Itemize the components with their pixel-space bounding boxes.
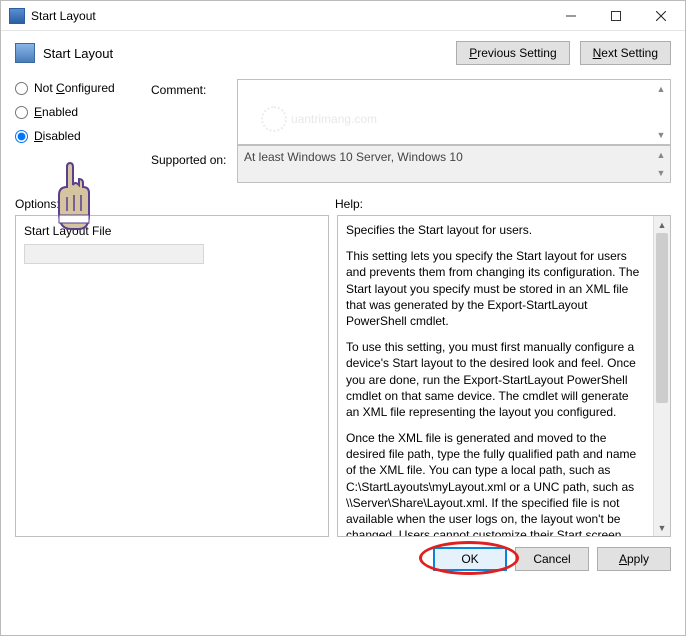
settings-grid: Not Configured Enabled Disabled Comment:… [1, 75, 685, 191]
window-icon [9, 8, 25, 24]
cancel-button[interactable]: Cancel [515, 547, 589, 571]
radio-disabled[interactable]: Disabled [15, 129, 145, 143]
comment-scroll-up[interactable]: ▲ [654, 82, 668, 96]
maximize-button[interactable] [593, 2, 638, 30]
policy-title: Start Layout [43, 46, 446, 61]
policy-icon [15, 43, 35, 63]
title-bar: Start Layout [1, 1, 685, 31]
supported-scroll-up[interactable]: ▲ [654, 148, 668, 162]
options-panel: Start Layout File [15, 215, 329, 537]
help-scrollbar[interactable]: ▲ ▼ [653, 216, 670, 536]
dialog-buttons: OK Cancel Apply [1, 537, 685, 581]
help-scroll-up[interactable]: ▲ [654, 216, 670, 233]
help-p1: Specifies the Start layout for users. [346, 222, 645, 238]
comment-textarea[interactable]: ▲ ▼ [237, 79, 671, 145]
next-setting-button[interactable]: Next Setting [580, 41, 671, 65]
radio-not-configured-input[interactable] [15, 82, 28, 95]
supported-scroll-down[interactable]: ▼ [654, 166, 668, 180]
radio-not-configured[interactable]: Not Configured [15, 81, 145, 95]
radio-enabled-input[interactable] [15, 106, 28, 119]
help-panel: Specifies the Start layout for users. Th… [337, 215, 671, 537]
help-label: Help: [335, 197, 671, 211]
comment-scroll-down[interactable]: ▼ [654, 128, 668, 142]
apply-button[interactable]: Apply [597, 547, 671, 571]
window-controls [548, 2, 683, 30]
close-button[interactable] [638, 2, 683, 30]
radio-disabled-input[interactable] [15, 130, 28, 143]
header-row: Start Layout Previous Setting Next Setti… [1, 31, 685, 75]
supported-value: At least Windows 10 Server, Windows 10 [244, 150, 463, 164]
start-layout-file-input[interactable] [24, 244, 204, 264]
radio-disabled-label: Disabled [34, 129, 81, 143]
options-label: Options: [15, 197, 335, 211]
help-p3: To use this setting, you must first manu… [346, 339, 645, 420]
radio-enabled-label: Enabled [34, 105, 78, 119]
minimize-button[interactable] [548, 2, 593, 30]
start-layout-file-label: Start Layout File [24, 224, 320, 238]
radio-enabled[interactable]: Enabled [15, 105, 145, 119]
ok-button[interactable]: OK [433, 547, 507, 571]
help-scroll-track[interactable] [654, 233, 670, 519]
help-text: Specifies the Start layout for users. Th… [338, 216, 653, 536]
help-p2: This setting lets you specify the Start … [346, 248, 645, 329]
panels: Start Layout File Specifies the Start la… [1, 215, 685, 537]
comment-label: Comment: [151, 79, 231, 145]
state-radios: Not Configured Enabled Disabled [15, 79, 145, 183]
previous-setting-button[interactable]: Previous Setting [456, 41, 569, 65]
help-scroll-thumb[interactable] [656, 233, 668, 403]
window-title: Start Layout [31, 9, 548, 23]
help-p4: Once the XML file is generated and moved… [346, 430, 645, 536]
radio-not-configured-label: Not Configured [34, 81, 115, 95]
supported-box: At least Windows 10 Server, Windows 10 ▲… [237, 145, 671, 183]
help-scroll-down[interactable]: ▼ [654, 519, 670, 536]
panel-labels: Options: Help: [1, 191, 685, 215]
supported-label: Supported on: [151, 145, 231, 183]
